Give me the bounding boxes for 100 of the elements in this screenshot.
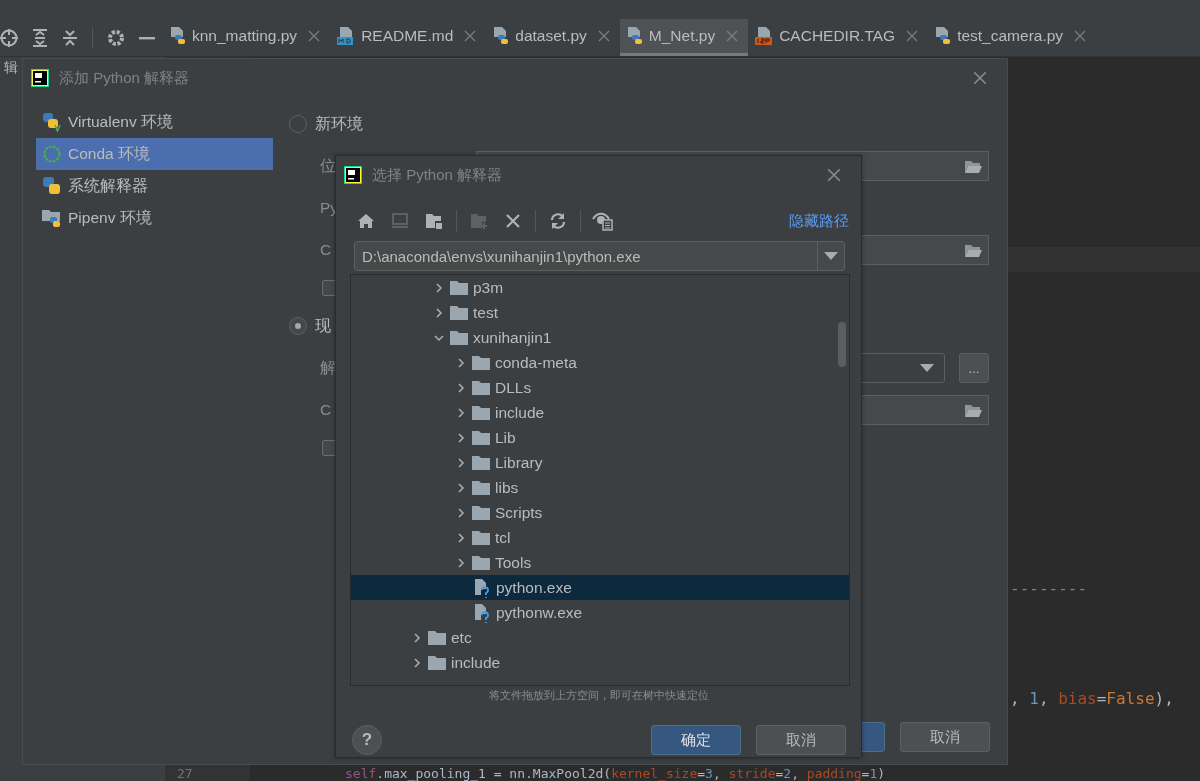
code-line: self.max_pooling_1 = nn.MaxPool2d(kernel_size=3, stride=2, padding=1)	[345, 766, 886, 781]
chevron-right-icon[interactable]	[455, 381, 467, 394]
caret-icon[interactable]	[824, 252, 838, 260]
scrollbar-thumb[interactable]	[838, 322, 846, 367]
folder-icon	[472, 355, 490, 370]
tree-row[interactable]: Lib	[351, 425, 849, 450]
tree-row[interactable]: etc	[351, 625, 849, 650]
python-file-icon	[625, 26, 644, 46]
expand-all-icon[interactable]	[32, 28, 48, 47]
close-icon[interactable]	[597, 30, 610, 42]
chevron-right-icon[interactable]	[411, 656, 423, 669]
folder-icon	[472, 505, 490, 520]
folder-icon	[450, 280, 468, 295]
python-folder-icon	[42, 208, 62, 228]
editor-tab[interactable]: M_Net.py	[619, 19, 749, 56]
conda-ring-icon	[42, 144, 62, 164]
settings-icon[interactable]	[107, 28, 125, 47]
python-file-icon	[492, 26, 511, 46]
chevron-right-icon[interactable]	[455, 431, 467, 444]
panel-label: 辑	[4, 59, 18, 77]
folder-icon	[450, 330, 468, 345]
close-icon[interactable]	[973, 71, 987, 85]
hide-path-link[interactable]: 隐藏路径	[789, 211, 849, 231]
browse-button[interactable]: ...	[959, 353, 989, 383]
python-file-icon	[934, 26, 953, 46]
field-label: 解	[320, 358, 336, 376]
folder-icon[interactable]	[964, 158, 982, 174]
folder-icon	[450, 305, 468, 320]
chevron-right-icon[interactable]	[433, 306, 445, 319]
list-item[interactable]: Virtualenv 环境	[36, 106, 273, 138]
folder-icon	[472, 530, 490, 545]
home-icon[interactable]	[357, 213, 375, 229]
editor-tab[interactable]: test_camera.py	[928, 19, 1097, 56]
tree-row[interactable]: include	[351, 650, 849, 675]
chevron-right-icon[interactable]	[411, 631, 423, 644]
folder-icon	[472, 480, 490, 495]
editor-tab[interactable]: knn_matting.py	[163, 19, 331, 56]
code-line: --------	[1010, 579, 1088, 599]
collapse-all-icon[interactable]	[62, 28, 78, 47]
code-line: , 1, bias=False),	[1010, 689, 1174, 709]
tree-row[interactable]: DLLs	[351, 375, 849, 400]
jsp-file-icon	[754, 26, 775, 46]
delete-icon[interactable]	[506, 214, 520, 228]
python-icon	[42, 176, 62, 196]
path-combo-box[interactable]: D:\anaconda\envs\xunihanjin1\python.exe	[354, 241, 845, 271]
folder-icon[interactable]	[964, 242, 982, 258]
list-item[interactable]: 系统解释器	[36, 170, 273, 202]
chevron-right-icon[interactable]	[455, 456, 467, 469]
tree-row[interactable]: p3m	[351, 275, 849, 300]
tree-row[interactable]: pythonw.exe	[351, 600, 849, 625]
dialog-title: 添加 Python 解释器	[59, 68, 191, 88]
folder-icon[interactable]	[425, 213, 443, 229]
editor-tab[interactable]: dataset.py	[486, 19, 620, 56]
chevron-right-icon[interactable]	[455, 556, 467, 569]
radio-button[interactable]	[289, 115, 307, 133]
folder-icon	[472, 380, 490, 395]
folder-icon	[472, 430, 490, 445]
app-logo-icon	[344, 166, 362, 184]
minimize-icon[interactable]	[139, 35, 155, 40]
line-number: 27	[177, 766, 193, 781]
option-label: 新环境	[315, 113, 363, 134]
tree-row[interactable]: Tools	[351, 550, 849, 575]
tree-row[interactable]: tcl	[351, 525, 849, 550]
close-icon[interactable]	[308, 30, 321, 42]
tree-row[interactable]: conda-meta	[351, 350, 849, 375]
refresh-icon[interactable]	[549, 212, 567, 230]
close-icon[interactable]	[464, 30, 477, 42]
editor-tab[interactable]: README.md	[330, 19, 487, 56]
tree-row[interactable]: Library	[351, 450, 849, 475]
tree-row[interactable]: test	[351, 300, 849, 325]
chevron-right-icon[interactable]	[455, 481, 467, 494]
caret-icon	[920, 364, 934, 372]
chevron-right-icon[interactable]	[455, 531, 467, 544]
close-icon[interactable]	[1074, 30, 1087, 42]
ok-button[interactable]: 确定	[651, 725, 741, 755]
tree-row[interactable]: include	[351, 400, 849, 425]
field-label: 位	[320, 156, 336, 174]
chevron-right-icon[interactable]	[455, 406, 467, 419]
tree-row[interactable]: Scripts	[351, 500, 849, 525]
tree-row[interactable]: xunihanjin1	[351, 325, 849, 350]
close-icon[interactable]	[906, 30, 919, 42]
editor-tab[interactable]: CACHEDIR.TAG	[748, 19, 929, 56]
help-button[interactable]: ?	[352, 725, 382, 755]
chevron-right-icon[interactable]	[433, 281, 445, 294]
cancel-button[interactable]: 取消	[756, 725, 846, 755]
folder-icon[interactable]	[964, 402, 982, 418]
list-item[interactable]: Pipenv 环境	[36, 202, 273, 234]
cancel-button[interactable]: 取消	[900, 722, 990, 752]
tree-row[interactable]: python.exe	[351, 575, 849, 600]
close-icon[interactable]	[827, 168, 841, 182]
unknown-file-icon	[473, 577, 491, 598]
tree-row[interactable]: libs	[351, 475, 849, 500]
radio-button[interactable]	[289, 317, 307, 335]
eye-document-icon[interactable]	[592, 211, 614, 231]
field-label: C	[320, 241, 332, 258]
chevron-right-icon[interactable]	[455, 356, 467, 369]
chevron-right-icon[interactable]	[455, 506, 467, 519]
folder-icon	[472, 555, 490, 570]
python-file-icon	[169, 26, 187, 46]
crosshair-icon[interactable]	[0, 28, 18, 47]
